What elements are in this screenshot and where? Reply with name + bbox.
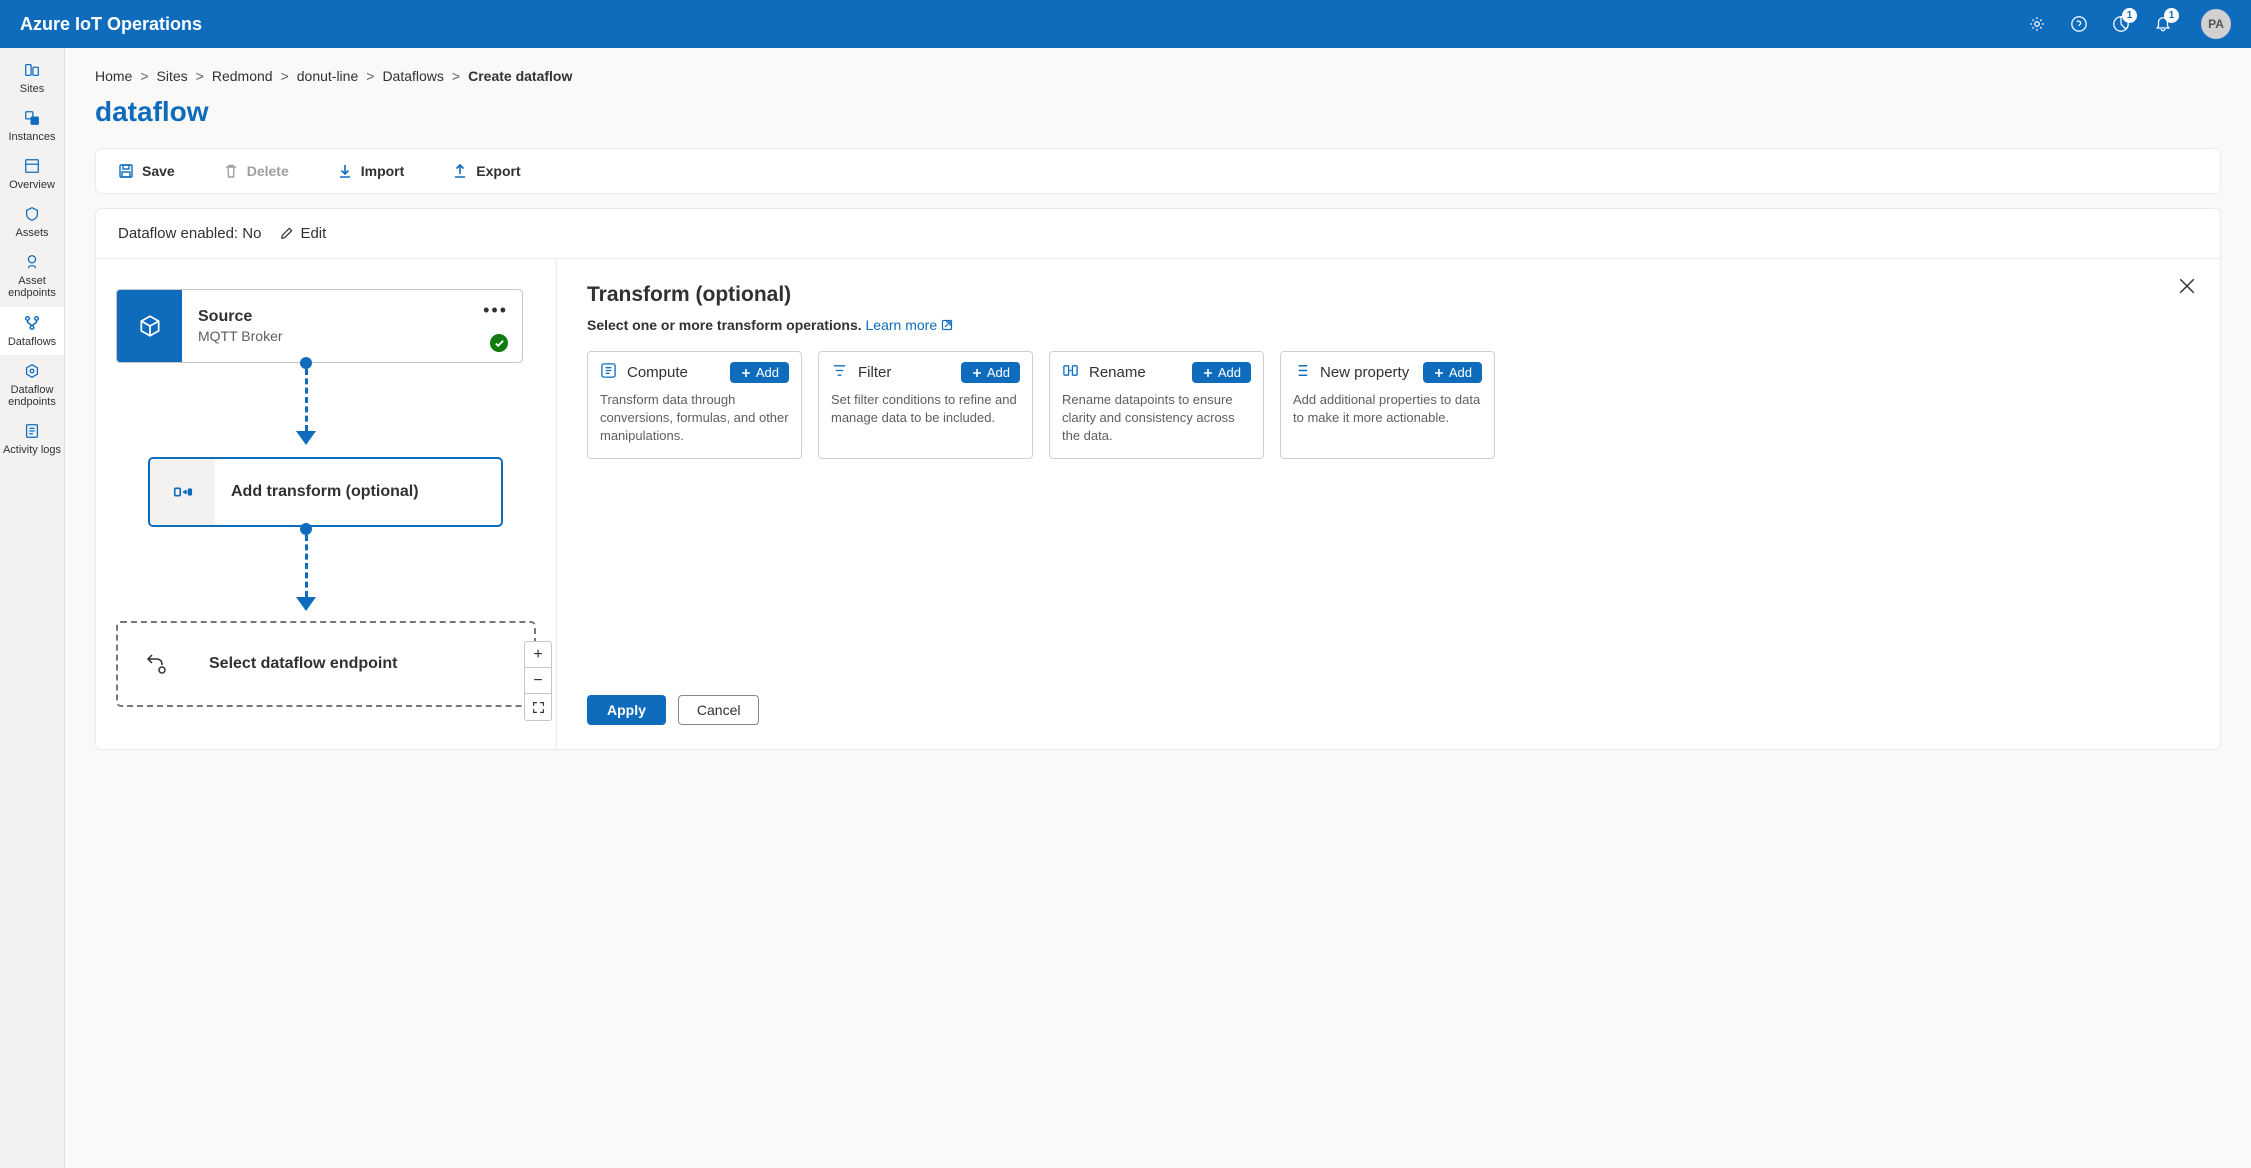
apply-button[interactable]: Apply [587,695,666,725]
breadcrumb-link[interactable]: Dataflows [382,68,443,84]
add-filter-button[interactable]: Add [961,362,1020,383]
filter-icon [831,362,848,383]
main-content: Home> Sites> Redmond> donut-line> Datafl… [65,48,2251,1168]
sidebar-item-sites[interactable]: Sites [0,54,64,102]
sidebar-item-overview[interactable]: Overview [0,150,64,198]
sidebar-item-dataflows[interactable]: Dataflows [0,307,64,355]
breadcrumb-link[interactable]: Sites [157,68,188,84]
bell-badge: 1 [2164,8,2179,23]
sidebar-item-label: Sites [20,83,44,95]
more-icon[interactable]: ••• [483,300,508,321]
list-icon [1293,362,1310,383]
sidebar-item-activity-logs[interactable]: Activity logs [0,415,64,463]
toolbar: Save Delete Import Export [95,148,2221,194]
sidebar-item-label: Instances [8,131,55,143]
app-header: Azure IoT Operations 1 1 PA [0,0,2251,48]
breadcrumb-link[interactable]: Home [95,68,132,84]
sidebar-item-label: Activity logs [3,444,61,456]
zoom-in-button[interactable]: + [525,642,551,668]
transform-card-compute: Compute Add Transform data through conve… [587,351,802,459]
breadcrumb-link[interactable]: Redmond [212,68,273,84]
sidebar-item-label: Dataflows [8,336,56,348]
endpoint-title: Select dataflow endpoint [209,655,518,673]
sidebar-item-label: Overview [9,179,55,191]
transform-options: Compute Add Transform data through conve… [587,351,2190,459]
sidebar-item-assets[interactable]: Assets [0,198,64,246]
endpoint-node[interactable]: Select dataflow endpoint [116,621,536,707]
sidebar-item-label: Assets [15,227,48,239]
breadcrumb: Home> Sites> Redmond> donut-line> Datafl… [95,68,2221,84]
source-title: Source [198,308,506,326]
transform-icon [150,459,215,525]
detail-actions: Apply Cancel [587,655,2190,725]
save-button[interactable]: Save [114,157,179,185]
transform-card-newproperty: New property Add Add additional properti… [1280,351,1495,459]
zoom-fit-button[interactable] [525,694,551,720]
zoom-out-button[interactable]: − [525,668,551,694]
bell-icon[interactable]: 1 [2153,14,2173,34]
learn-more-link[interactable]: Learn more [866,317,953,333]
gear-icon[interactable] [2027,14,2047,34]
diagnostics-icon[interactable]: 1 [2111,14,2131,34]
connector [296,523,316,611]
header-actions: 1 1 PA [2027,9,2231,39]
sidebar-item-label: Dataflow endpoints [2,384,62,408]
transform-card-filter: Filter Add Set filter conditions to refi… [818,351,1033,459]
transform-card-rename: Rename Add Rename datapoints to ensure c… [1049,351,1264,459]
sidebar-item-label: Asset endpoints [2,275,62,299]
detail-title: Transform (optional) [587,283,2190,307]
transform-node[interactable]: Add transform (optional) [148,457,503,527]
add-newproperty-button[interactable]: Add [1423,362,1482,383]
compute-icon [600,362,617,383]
sidebar-item-dataflow-endpoints[interactable]: Dataflow endpoints [0,355,64,415]
avatar[interactable]: PA [2201,9,2231,39]
export-button[interactable]: Export [448,157,524,185]
delete-button: Delete [219,157,293,185]
dataflow-enabled-status: Dataflow enabled: No [118,225,261,242]
close-icon[interactable] [2178,277,2196,298]
transform-title: Add transform (optional) [231,483,485,501]
content-card: Dataflow enabled: No Edit Source [95,208,2221,750]
status-row: Dataflow enabled: No Edit [96,209,2220,259]
source-node[interactable]: Source MQTT Broker ••• [116,289,523,363]
detail-panel: Transform (optional) Select one or more … [557,259,2220,749]
sidebar: Sites Instances Overview Assets Asset en… [0,48,65,1168]
page-title: dataflow [95,96,2221,128]
rename-icon [1062,362,1079,383]
add-compute-button[interactable]: Add [730,362,789,383]
help-icon[interactable] [2069,14,2089,34]
detail-hint: Select one or more transform operations.… [587,317,2190,333]
connector [296,357,316,445]
diagnostics-badge: 1 [2122,8,2137,23]
zoom-controls: + − [524,641,552,721]
cube-icon [117,290,182,362]
breadcrumb-link[interactable]: donut-line [297,68,359,84]
cancel-button[interactable]: Cancel [678,695,760,725]
endpoint-icon [118,623,193,705]
app-title: Azure IoT Operations [20,14,2027,35]
import-button[interactable]: Import [333,157,409,185]
source-subtitle: MQTT Broker [198,328,506,344]
breadcrumb-current: Create dataflow [468,68,572,84]
checkmark-icon [490,334,508,352]
dataflow-canvas: Source MQTT Broker ••• [96,259,557,749]
sidebar-item-asset-endpoints[interactable]: Asset endpoints [0,246,64,306]
sidebar-item-instances[interactable]: Instances [0,102,64,150]
add-rename-button[interactable]: Add [1192,362,1251,383]
edit-button[interactable]: Edit [279,225,326,242]
